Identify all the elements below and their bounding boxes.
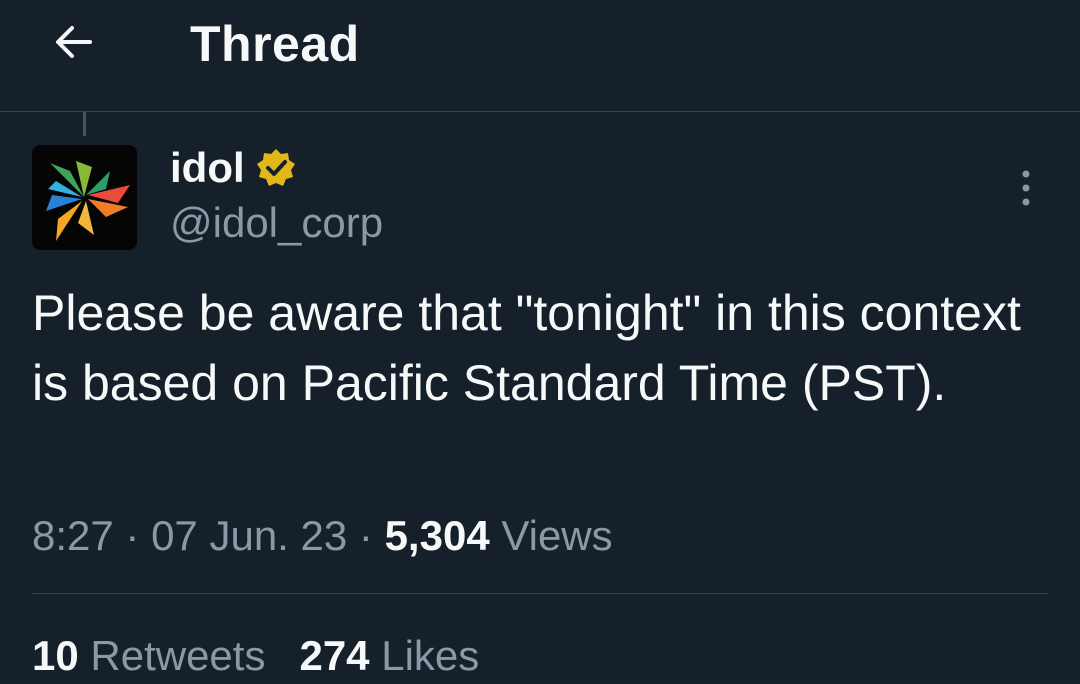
tweet-text: Please be aware that "tonight" in this c…: [32, 285, 1021, 411]
tweet-date[interactable]: 07 Jun. 23: [151, 512, 347, 559]
arrow-left-icon: [56, 26, 92, 58]
views-count: 5,304: [384, 512, 490, 559]
retweets-label: Retweets: [78, 632, 266, 679]
verified-badge-icon: [256, 149, 295, 186]
author-name-row: idol: [170, 140, 297, 196]
top-bar: Thread: [0, 0, 1080, 112]
tweet-time[interactable]: 8:27: [32, 512, 114, 559]
avatar[interactable]: [32, 145, 137, 250]
likes-link[interactable]: 274 Likes: [299, 632, 479, 679]
page-title: Thread: [190, 16, 360, 72]
likes-label: Likes: [369, 632, 480, 679]
meta-separator: ·: [113, 512, 152, 559]
idol-logo-icon: [46, 161, 130, 241]
author-display-name[interactable]: idol: [170, 144, 245, 192]
views-label: Views: [489, 512, 613, 559]
likes-count: 274: [299, 632, 370, 679]
engagement-stats: 10 Retweets 274 Likes: [32, 628, 479, 684]
back-button[interactable]: [44, 14, 104, 70]
retweets-link[interactable]: 10 Retweets: [32, 632, 265, 679]
author-handle[interactable]: @idol_corp: [170, 197, 383, 249]
tweet-meta: 8:27 · 07 Jun. 23 · 5,304 Views: [32, 508, 613, 564]
retweets-count: 10: [32, 632, 79, 679]
more-options-button[interactable]: [1004, 166, 1048, 210]
divider: [32, 593, 1048, 594]
more-vertical-icon: [1022, 170, 1030, 206]
meta-separator: ·: [347, 512, 385, 559]
thread-connector-line: [83, 112, 86, 136]
